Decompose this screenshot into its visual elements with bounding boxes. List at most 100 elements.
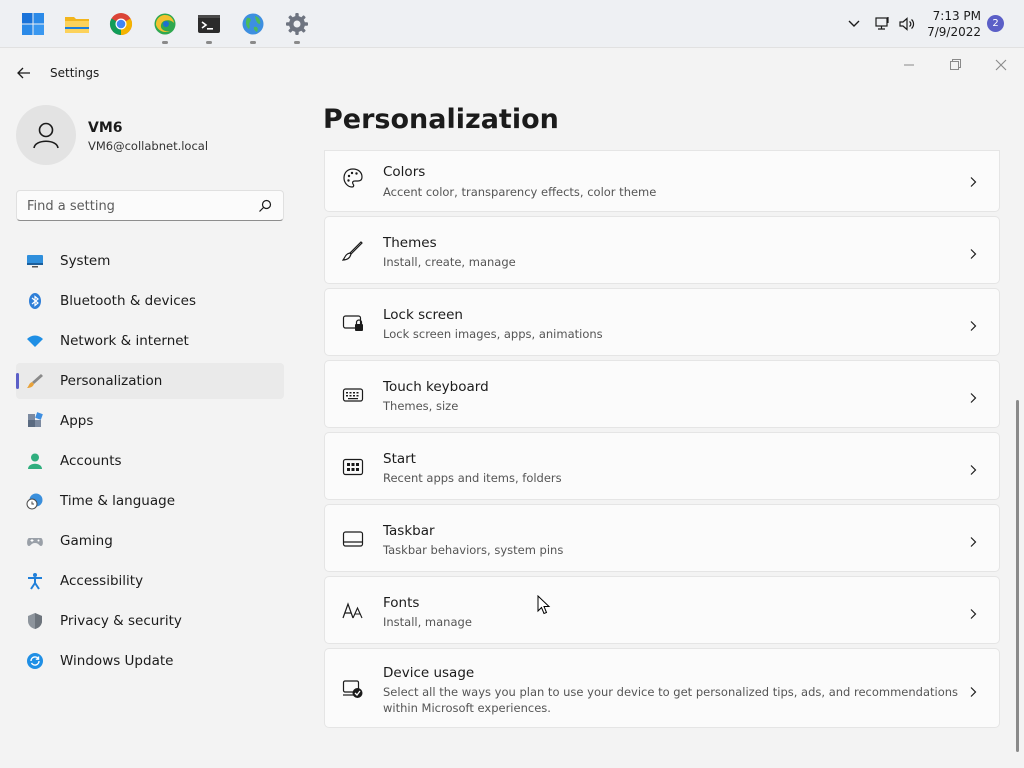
chevron-right-icon — [967, 245, 979, 259]
restore-icon[interactable] — [946, 56, 964, 74]
brush-icon — [341, 240, 364, 262]
sidebar-item-label: Time & language — [60, 493, 176, 509]
person-icon — [26, 452, 44, 470]
chevron-right-icon — [967, 605, 979, 619]
card-colors[interactable]: Colors Accent color, transparency effect… — [324, 150, 1000, 212]
device-usage-icon — [342, 678, 364, 700]
apps-icon — [26, 412, 44, 430]
minimize-icon[interactable] — [900, 56, 918, 74]
running-indicator — [294, 41, 300, 44]
search-icon[interactable] — [257, 198, 273, 214]
card-subtitle: Accent color, transparency effects, colo… — [383, 185, 657, 199]
taskbar-clock[interactable]: 7:13 PM 7/9/2022 — [927, 8, 981, 40]
running-indicator — [162, 41, 168, 44]
sidebar-item-bluetooth[interactable]: Bluetooth & devices — [16, 283, 284, 319]
gamepad-icon — [26, 532, 44, 550]
volume-icon[interactable] — [898, 12, 916, 36]
wifi-icon — [26, 332, 44, 350]
card-title: Fonts — [383, 595, 420, 611]
card-subtitle: Themes, size — [383, 399, 459, 413]
avatar[interactable] — [16, 105, 76, 165]
sidebar-item-label: Network & internet — [60, 333, 189, 349]
user-email: VM6@collabnet.local — [88, 139, 209, 153]
chevron-right-icon — [967, 683, 979, 697]
card-title: Lock screen — [383, 307, 463, 323]
sidebar-item-accounts[interactable]: Accounts — [16, 443, 284, 479]
sidebar-item-label: System — [60, 253, 111, 269]
card-touch-keyboard[interactable]: Touch keyboard Themes, size — [324, 360, 1000, 428]
sidebar-item-label: Personalization — [60, 373, 163, 389]
card-title: Touch keyboard — [383, 379, 489, 395]
sidebar-item-personalization[interactable]: Personalization — [16, 363, 284, 399]
window-title: Settings — [50, 66, 100, 80]
card-title: Device usage — [383, 665, 475, 681]
card-title: Colors — [383, 164, 426, 180]
card-subtitle: Recent apps and items, folders — [383, 471, 562, 485]
chevron-right-icon — [967, 389, 979, 403]
card-taskbar[interactable]: Taskbar Taskbar behaviors, system pins — [324, 504, 1000, 572]
page-title: Personalization — [323, 104, 559, 135]
card-fonts[interactable]: Fonts Install, manage — [324, 576, 1000, 644]
search-input[interactable] — [27, 196, 247, 216]
clock-globe-icon — [26, 492, 44, 510]
sidebar-item-label: Bluetooth & devices — [60, 293, 197, 309]
start-icon — [342, 456, 364, 478]
edge-canary-icon[interactable] — [151, 10, 179, 44]
card-start[interactable]: Start Recent apps and items, folders — [324, 432, 1000, 500]
update-icon — [26, 652, 44, 670]
sidebar-item-time-language[interactable]: Time & language — [16, 483, 284, 519]
running-indicator — [250, 41, 256, 44]
sidebar-item-label: Accounts — [60, 453, 122, 469]
card-subtitle: Taskbar behaviors, system pins — [383, 543, 564, 557]
shield-icon — [26, 612, 44, 630]
chrome-icon[interactable] — [107, 10, 135, 38]
keyboard-icon — [342, 384, 364, 406]
accessibility-icon — [26, 572, 44, 590]
user-name: VM6 — [88, 120, 123, 136]
card-subtitle: Install, manage — [383, 615, 472, 629]
sidebar-item-label: Privacy & security — [60, 613, 182, 629]
mouse-cursor-icon — [537, 594, 551, 615]
card-title: Taskbar — [383, 523, 435, 539]
tray-chevron-icon[interactable] — [846, 12, 862, 36]
chevron-right-icon — [967, 173, 979, 187]
back-arrow-icon[interactable] — [15, 64, 33, 82]
vertical-scrollbar[interactable] — [1016, 400, 1019, 752]
card-subtitle: Select all the ways you plan to use your… — [383, 685, 959, 715]
file-explorer-icon[interactable] — [63, 10, 91, 38]
sidebar-item-label: Apps — [60, 413, 94, 429]
person-icon — [33, 122, 59, 149]
sidebar-item-gaming[interactable]: Gaming — [16, 523, 284, 559]
notification-badge[interactable]: 2 — [987, 15, 1004, 32]
sidebar-item-windows-update[interactable]: Windows Update — [16, 643, 284, 679]
sidebar-item-apps[interactable]: Apps — [16, 403, 284, 439]
close-icon[interactable] — [992, 56, 1010, 74]
taskbar: 7:13 PM 7/9/2022 2 — [0, 0, 1024, 48]
sidebar-item-label: Gaming — [60, 533, 113, 549]
palette-icon — [342, 167, 364, 189]
search-box[interactable] — [16, 190, 284, 221]
sidebar-item-system[interactable]: System — [16, 243, 284, 279]
running-indicator — [206, 41, 212, 44]
terminal-icon[interactable] — [195, 10, 223, 44]
card-themes[interactable]: Themes Install, create, manage — [324, 216, 1000, 284]
card-lock-screen[interactable]: Lock screen Lock screen images, apps, an… — [324, 288, 1000, 356]
clock-date: 7/9/2022 — [927, 25, 981, 39]
lock-screen-icon — [342, 312, 364, 334]
card-title: Start — [383, 451, 416, 467]
sidebar-item-label: Accessibility — [60, 573, 144, 589]
sidebar-nav: System Bluetooth & devices Network & int… — [16, 243, 284, 683]
chevron-right-icon — [967, 533, 979, 547]
chevron-right-icon — [967, 317, 979, 331]
sidebar-item-privacy-security[interactable]: Privacy & security — [16, 603, 284, 639]
card-device-usage[interactable]: Device usage Select all the ways you pla… — [324, 648, 1000, 728]
globe-icon[interactable] — [239, 10, 267, 44]
clock-time: 7:13 PM — [932, 9, 981, 23]
settings-gear-icon[interactable] — [283, 10, 311, 44]
sidebar-item-network[interactable]: Network & internet — [16, 323, 284, 359]
network-status-icon[interactable] — [873, 12, 891, 36]
taskbar-icon — [342, 528, 364, 550]
sidebar-item-accessibility[interactable]: Accessibility — [16, 563, 284, 599]
windows-start-icon[interactable] — [19, 10, 47, 38]
chevron-right-icon — [967, 461, 979, 475]
